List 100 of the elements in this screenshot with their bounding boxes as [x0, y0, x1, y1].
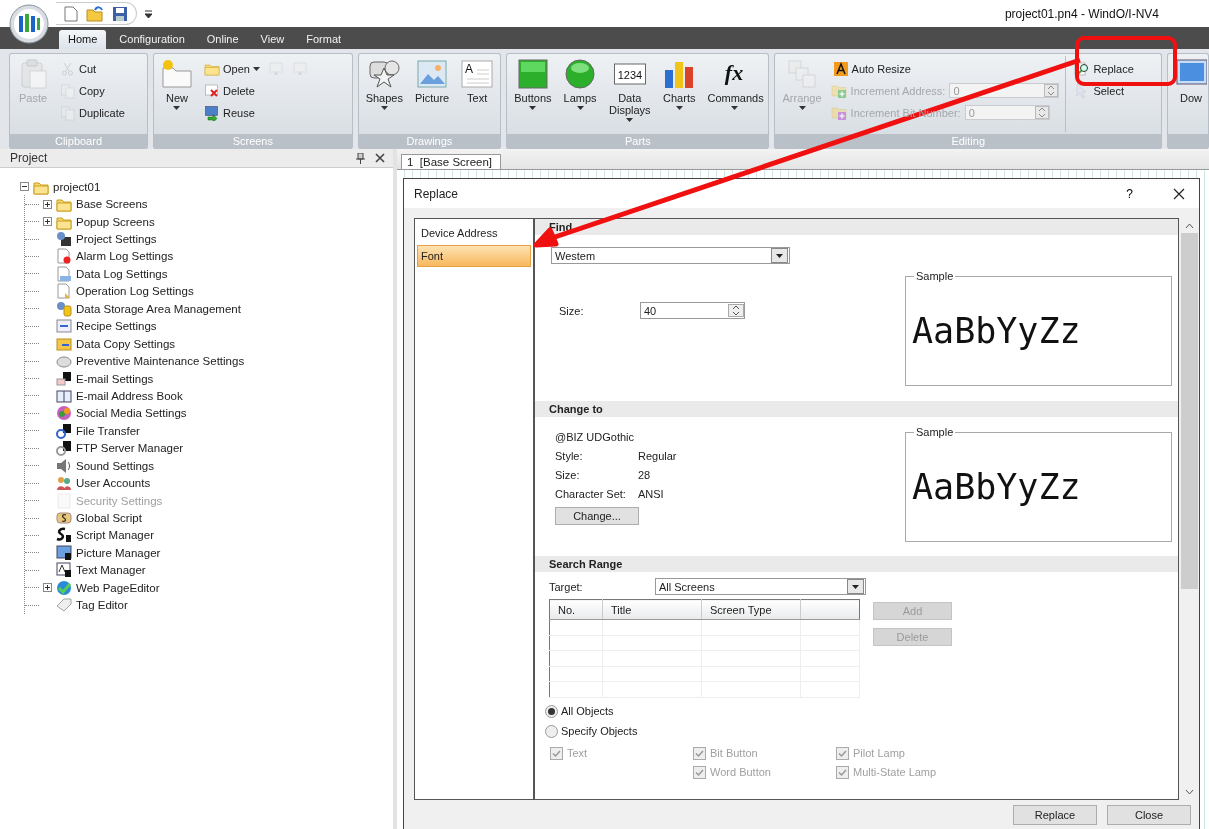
- tree-item[interactable]: Text Manager: [76, 564, 146, 577]
- open-folder-icon: [86, 5, 104, 22]
- tree-item[interactable]: Base Screens: [76, 198, 148, 211]
- document-tab[interactable]: 1 [Base Screen]: [401, 154, 502, 169]
- tree-item[interactable]: project01: [53, 180, 101, 193]
- field-label: Character Set:: [555, 488, 627, 500]
- window-icon: [56, 318, 72, 335]
- tree-item[interactable]: Preventive Maintenance Settings: [76, 355, 245, 368]
- document-icon: [56, 283, 72, 300]
- users-icon: [56, 475, 72, 492]
- sample-text: AaBbYyZz: [912, 467, 1081, 507]
- tree-item[interactable]: Sound Settings: [76, 459, 154, 472]
- menu-tab[interactable]: Configuration: [110, 30, 194, 49]
- change-button[interactable]: Change...: [555, 507, 639, 525]
- column-header: No.: [549, 599, 603, 620]
- menu-tab[interactable]: Format: [297, 30, 351, 49]
- column-header: Screen Type: [701, 599, 801, 620]
- monitor-arrow-icon: [204, 104, 220, 121]
- category-item[interactable]: Font: [417, 245, 531, 267]
- save-icon: [112, 5, 128, 22]
- tree-item[interactable]: FTP Server Manager: [76, 442, 184, 455]
- section-heading: Search Range: [535, 556, 1178, 572]
- font-name: @BIZ UDGothic: [555, 431, 635, 443]
- radio-option[interactable]: All Objects: [545, 704, 1178, 718]
- dropdown[interactable]: All Screens: [655, 578, 866, 595]
- dropdown-arrow-icon: [776, 253, 783, 258]
- delete-icon: [204, 82, 220, 99]
- group-label: Clipboard: [10, 134, 147, 149]
- ribbon-button[interactable]: Lamps: [560, 56, 600, 132]
- field-value: 28: [638, 469, 651, 481]
- tree-item[interactable]: Popup Screens: [76, 215, 155, 228]
- tree-item[interactable]: Data Log Settings: [76, 267, 168, 280]
- ribbon-button[interactable]: Reuse: [202, 103, 262, 122]
- close-icon: [375, 153, 385, 163]
- menu-tab[interactable]: Home: [59, 30, 107, 49]
- expand-icon[interactable]: [43, 199, 52, 209]
- field-label: Increment Address:: [850, 84, 946, 97]
- text-icon: A: [461, 58, 494, 90]
- spin-field[interactable]: 40: [640, 302, 745, 319]
- close-icon: [1173, 187, 1185, 200]
- tree-item[interactable]: Web PageEditor: [76, 581, 160, 594]
- computer-icon: [56, 370, 72, 387]
- ribbon-button[interactable]: A Text: [458, 56, 497, 132]
- folder-plus-icon: [830, 82, 847, 99]
- group-label: Drawings: [358, 134, 501, 149]
- folder-plus-icon: [830, 104, 847, 121]
- ribbon-button[interactable]: Buttons: [511, 56, 555, 132]
- dropdown[interactable]: Westem: [551, 247, 790, 264]
- folder-icon: [56, 335, 72, 352]
- group-label: Sample: [914, 426, 956, 438]
- category-item[interactable]: Device Address: [417, 222, 531, 244]
- folder-icon: [56, 196, 72, 213]
- radio-option[interactable]: Specify Objects: [545, 724, 1178, 738]
- spinner-icon: [1034, 106, 1049, 119]
- tree-item[interactable]: Data Copy Settings: [76, 337, 176, 350]
- dialog-button[interactable]: Replace: [1013, 804, 1097, 825]
- tree-item[interactable]: Social Media Settings: [76, 407, 187, 420]
- picture-icon: [56, 544, 72, 561]
- database-icon: [56, 300, 72, 317]
- tree-item[interactable]: Operation Log Settings: [76, 285, 194, 298]
- tree-item[interactable]: Script Manager: [76, 529, 154, 542]
- replace-icon: [1074, 60, 1091, 77]
- column-header: Title: [602, 599, 702, 620]
- tree-item[interactable]: Global Script: [76, 512, 142, 525]
- scrollbar-thumb[interactable]: [1180, 233, 1198, 589]
- shapes-icon: [368, 58, 401, 90]
- tree-item[interactable]: Project Settings: [76, 233, 157, 246]
- expand-icon[interactable]: [43, 217, 52, 227]
- new-document-icon: [64, 5, 78, 22]
- ribbon-button[interactable]: Delete: [202, 81, 262, 100]
- arrange-icon: [786, 58, 819, 90]
- tree-item[interactable]: Data Storage Area Management: [76, 302, 241, 315]
- copy-icon: [60, 82, 76, 99]
- ribbon-button[interactable]: Shapes: [362, 56, 406, 132]
- function-icon: fx: [718, 58, 751, 90]
- group-label: Screens: [154, 134, 352, 149]
- tree-item[interactable]: User Accounts: [76, 477, 151, 490]
- menu-tab[interactable]: Online: [197, 30, 248, 49]
- settings-window-icon: [56, 231, 72, 248]
- expand-icon[interactable]: [43, 583, 52, 593]
- tree-item[interactable]: Alarm Log Settings: [76, 250, 174, 263]
- ribbon-button[interactable]: fx Commands: [704, 56, 765, 132]
- menu-tab[interactable]: View: [251, 30, 294, 49]
- ribbon-button[interactable]: Charts: [660, 56, 699, 132]
- field-label: Size:: [559, 304, 585, 317]
- help-button[interactable]: ?: [1120, 184, 1139, 203]
- tree-item[interactable]: Tag Editor: [76, 599, 128, 612]
- dialog-button[interactable]: Close: [1107, 804, 1191, 825]
- ribbon-button[interactable]: 1234 Data Displays: [605, 56, 655, 132]
- collapse-icon[interactable]: [20, 182, 29, 192]
- tree-item[interactable]: Picture Manager: [76, 546, 161, 559]
- ribbon-button[interactable]: New: [158, 56, 196, 132]
- tree-item[interactable]: File Transfer: [76, 424, 140, 437]
- ribbon-button[interactable]: Picture: [411, 56, 453, 132]
- tree-item[interactable]: E-mail Address Book: [76, 389, 183, 402]
- ribbon-button[interactable]: Open: [202, 59, 262, 78]
- square-icon: [516, 58, 549, 90]
- tree-item[interactable]: Recipe Settings: [76, 320, 157, 333]
- group-label: Sample: [914, 270, 956, 282]
- tree-item[interactable]: E-mail Settings: [76, 372, 154, 385]
